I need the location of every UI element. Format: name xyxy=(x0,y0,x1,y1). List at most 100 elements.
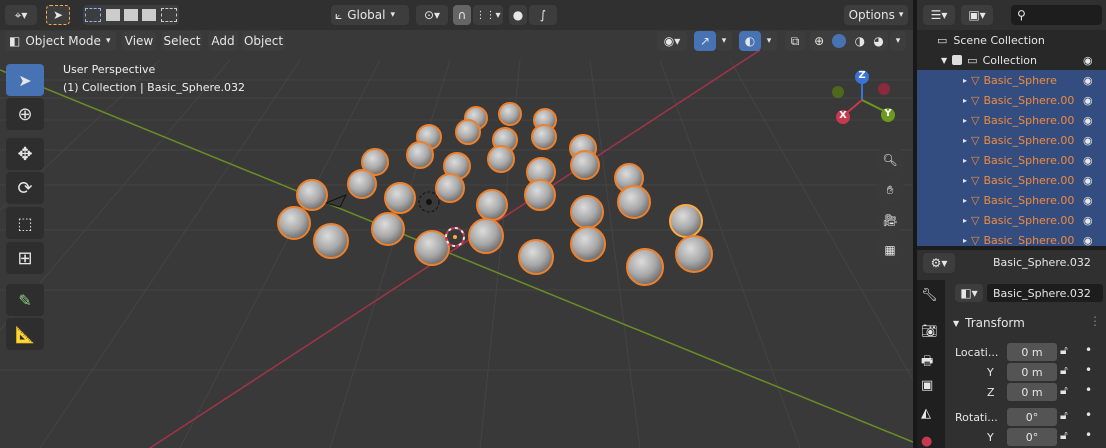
menu-add[interactable]: Add xyxy=(208,31,238,51)
datablock-name-field[interactable]: Basic_Sphere.032 xyxy=(987,284,1103,302)
menu-view[interactable]: View xyxy=(122,31,156,51)
eye-icon[interactable]: ◉ xyxy=(1083,174,1093,187)
mode-dropdown[interactable]: ◧ Object Mode ▾ xyxy=(5,31,116,51)
select-mode-button[interactable]: ➤ xyxy=(46,5,70,25)
snap-toggle[interactable]: ∩ xyxy=(453,5,471,25)
options-dropdown[interactable]: Options ▾ xyxy=(844,5,908,25)
keyframe-dot-icon[interactable]: • xyxy=(1085,343,1092,357)
tool-rotate[interactable]: ⟳ xyxy=(6,172,44,204)
sphere-object[interactable] xyxy=(313,223,349,259)
tool-measure[interactable]: 📐 xyxy=(6,318,44,350)
spheres[interactable] xyxy=(277,102,713,286)
outliner-object-row[interactable]: ▸ ▽ Basic_Sphere.00 ◉ xyxy=(917,190,1106,210)
outliner[interactable]: ☰▾ ▣▾ ⚲ ▭ Scene Collection ▼ ▭ Collectio… xyxy=(917,0,1106,246)
sphere-object[interactable] xyxy=(524,179,556,211)
collection-row[interactable]: ▼ ▭ Collection ◉ xyxy=(917,50,1106,70)
outliner-object-row[interactable]: ▸ ▽ Basic_Sphere.00 ◉ xyxy=(917,90,1106,110)
3d-cursor[interactable] xyxy=(445,227,465,247)
datablock-type-button[interactable]: ◧▾ xyxy=(955,284,983,302)
sphere-object[interactable] xyxy=(487,145,515,173)
tool-annotate[interactable]: ✎ xyxy=(6,284,44,316)
sphere-object[interactable] xyxy=(277,206,311,240)
wireframe-shading-icon[interactable]: ⊕ xyxy=(814,34,824,48)
shading-dropdown[interactable]: ▾ xyxy=(890,31,906,51)
sphere-object-active[interactable] xyxy=(669,204,703,238)
sphere-object[interactable] xyxy=(455,119,481,145)
checkbox-icon[interactable] xyxy=(952,55,963,65)
rotation-y-field[interactable]: 0° xyxy=(1007,428,1057,446)
drag-handle-icon[interactable]: ⋮⋮ xyxy=(1089,314,1106,328)
properties-editor-type-button[interactable]: ⚙▾ xyxy=(923,253,955,273)
lock-icon[interactable]: 🔓︎ xyxy=(1060,408,1068,423)
world-tab-icon[interactable]: ● xyxy=(921,434,932,448)
box-select-invert-icon[interactable] xyxy=(142,9,157,21)
location-y-field[interactable]: 0 m xyxy=(1007,363,1057,381)
show-gizmo-toggle[interactable]: ↗ xyxy=(694,31,716,51)
outliner-object-row[interactable]: ▸ ▽ Basic_Sphere.00 ◉ xyxy=(917,150,1106,170)
sphere-object[interactable] xyxy=(675,235,713,273)
shading-mode-group[interactable]: ⊕ ◑ ◕ xyxy=(810,31,888,51)
sphere-object[interactable] xyxy=(570,195,604,229)
keyframe-dot-icon[interactable]: • xyxy=(1085,428,1092,442)
keyframe-dot-icon[interactable]: • xyxy=(1085,363,1092,377)
eye-icon[interactable]: ◉ xyxy=(1083,234,1093,247)
ortho-toggle-button[interactable]: ▦ xyxy=(876,236,904,264)
outliner-object-row[interactable]: ▸ ▽ Basic_Sphere.00 ◉ xyxy=(917,110,1106,130)
sphere-object[interactable] xyxy=(617,185,651,219)
sphere-object[interactable] xyxy=(570,226,606,262)
sphere-object[interactable] xyxy=(347,169,377,199)
outliner-object-row[interactable]: ▸ ▽ Basic_Sphere ◉ xyxy=(917,70,1106,90)
view-layer-tab-icon[interactable]: ▣ xyxy=(921,378,933,393)
tool-tab-icon[interactable]: 🔧︎ xyxy=(921,288,938,303)
menu-select[interactable]: Select xyxy=(162,31,202,51)
lock-icon[interactable]: 🔓︎ xyxy=(1060,343,1068,358)
3d-viewport[interactable]: Z Y X ⌖▾ ➤ ⟀ Global ▾ ⊙▾ ∩ ⋮⋮▾ ● ∫ Optio… xyxy=(0,0,913,448)
gizmo-dropdown[interactable]: ▾ xyxy=(716,31,732,51)
rotation-x-field[interactable]: 0° xyxy=(1007,408,1057,426)
sphere-object[interactable] xyxy=(476,189,508,221)
tool-scale[interactable]: ⬚ xyxy=(6,207,44,239)
lock-icon[interactable]: 🔓︎ xyxy=(1060,428,1068,443)
tool-cursor[interactable]: ⊕ xyxy=(6,98,44,130)
eye-icon[interactable]: ◉ xyxy=(1083,114,1093,127)
zoom-button[interactable]: 🔍︎ xyxy=(876,146,904,174)
scene-tab-icon[interactable]: ◭ xyxy=(921,406,931,421)
xray-toggle[interactable]: ⧉ xyxy=(785,31,805,51)
display-mode-dropdown[interactable]: ▣▾ xyxy=(961,5,993,25)
material-shading-icon[interactable]: ◑ xyxy=(855,34,865,48)
sphere-object[interactable] xyxy=(384,182,416,214)
outliner-object-row[interactable]: ▸ ▽ Basic_Sphere.00 ◉ xyxy=(917,130,1106,150)
eye-icon[interactable]: ◉ xyxy=(1083,214,1093,227)
outliner-object-row[interactable]: ▸ ▽ Basic_Sphere.00 ◉ xyxy=(917,210,1106,230)
snap-target-dropdown[interactable]: ⋮⋮▾ xyxy=(473,5,503,25)
outliner-object-row[interactable]: ▸ ▽ Basic_Sphere.00 ◉ xyxy=(917,230,1106,246)
output-tab-icon[interactable]: 🖶︎ xyxy=(921,352,933,374)
overlays-dropdown[interactable]: ▾ xyxy=(761,31,777,51)
outliner-search-input[interactable]: ⚲ xyxy=(1011,5,1102,25)
expand-arrow-icon[interactable]: ▼ xyxy=(941,56,947,65)
menu-object[interactable]: Object xyxy=(242,31,285,51)
object-visibility-dropdown[interactable]: ◉▾ xyxy=(657,31,687,51)
eye-icon[interactable]: ◉ xyxy=(1083,94,1093,107)
pivot-point-dropdown[interactable]: ⊙▾ xyxy=(416,5,448,25)
sphere-object[interactable] xyxy=(498,102,522,126)
box-select-subtract-icon[interactable] xyxy=(123,9,138,21)
transform-orientation-dropdown[interactable]: ⟀ Global ▾ xyxy=(331,5,409,25)
location-x-field[interactable]: 0 m xyxy=(1007,343,1057,361)
properties-editor[interactable]: ⚙▾ Basic_Sphere.032 🔧︎ 📷︎ 🖶︎ ▣ ◭ ● ◧▾ Ba… xyxy=(917,250,1106,448)
sphere-object[interactable] xyxy=(468,218,504,254)
sphere-object[interactable] xyxy=(371,212,405,246)
selection-mode-group[interactable] xyxy=(83,5,179,25)
rendered-shading-icon[interactable]: ◕ xyxy=(873,34,883,48)
solid-shading-icon[interactable] xyxy=(832,34,847,48)
sphere-object[interactable] xyxy=(531,124,557,150)
eye-icon[interactable]: ◉ xyxy=(1083,54,1093,67)
sphere-object[interactable] xyxy=(626,248,664,286)
editor-type-button[interactable]: ⌖▾ xyxy=(5,5,37,25)
scene-collection-row[interactable]: ▭ Scene Collection xyxy=(917,30,1106,50)
pan-button[interactable]: ✋︎ xyxy=(876,176,904,204)
eye-icon[interactable]: ◉ xyxy=(1083,194,1093,207)
keyframe-dot-icon[interactable]: • xyxy=(1085,383,1092,397)
render-tab-icon[interactable]: 📷︎ xyxy=(921,324,938,339)
falloff-dropdown[interactable]: ∫ xyxy=(529,5,557,25)
